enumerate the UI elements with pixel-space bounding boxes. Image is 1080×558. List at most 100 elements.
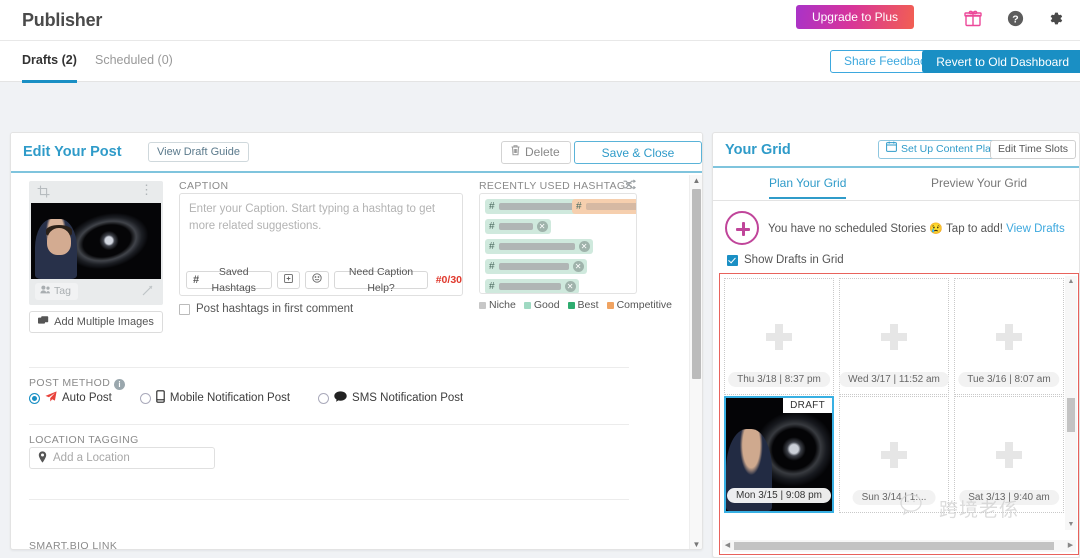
recently-used-hashtags-list[interactable]: #✕#✕#✕#✕#✕#✕ <box>479 193 637 294</box>
radio-button[interactable] <box>139 392 151 404</box>
add-location-placeholder: Add a Location <box>53 452 130 464</box>
grid-vscrollbar-thumb[interactable] <box>1067 398 1075 432</box>
grid-scroll-down-arrow[interactable]: ▼ <box>1065 519 1077 530</box>
post-hashtags-first-comment-checkbox[interactable]: Post hashtags in first comment <box>179 303 353 315</box>
calendar-icon <box>886 141 897 158</box>
hashtag-text-redacted <box>498 243 575 250</box>
need-caption-help-button[interactable]: Need Caption Help? <box>334 266 428 294</box>
tag-people-button[interactable]: Tag <box>35 283 78 300</box>
hashtag-chip[interactable]: #✕ <box>485 259 587 274</box>
post-method-auto-post[interactable]: Auto Post <box>29 391 112 405</box>
view-draft-guide-button[interactable]: View Draft Guide <box>148 142 249 162</box>
grid-cell-draft[interactable]: DRAFT Mon 3/15 | 9:08 pm <box>724 396 834 513</box>
add-post-plus-icon[interactable] <box>881 441 907 468</box>
radio-button[interactable] <box>318 392 330 404</box>
legend-item: Competitive <box>606 299 673 311</box>
scroll-up-arrow[interactable]: ▲ <box>690 175 702 187</box>
set-up-content-plan-button[interactable]: Set Up Content Plan <box>878 140 1005 159</box>
delete-button[interactable]: Delete <box>501 141 571 164</box>
grid-cell-empty[interactable]: Sat 3/13 | 9:40 am <box>954 396 1064 513</box>
help-icon[interactable]: ? <box>1004 7 1026 29</box>
hashtag-counter: #0/30 <box>435 274 462 286</box>
crop-icon[interactable] <box>37 185 50 201</box>
upgrade-to-plus-button[interactable]: Upgrade to Plus <box>795 5 914 29</box>
emoji-button[interactable] <box>305 271 330 289</box>
grid-vertical-scrollbar[interactable]: ▲ ▼ <box>1065 276 1077 530</box>
tab-scheduled[interactable]: Scheduled (0) <box>95 53 173 80</box>
grid-scroll-up-arrow[interactable]: ▲ <box>1065 276 1077 287</box>
more-options-icon[interactable]: ⋮ <box>140 183 153 196</box>
grid-cell-empty[interactable]: Thu 3/18 | 8:37 pm <box>724 278 834 395</box>
grid-horizontal-scrollbar[interactable]: ◀ ▶ <box>722 540 1076 552</box>
your-grid-panel: Your Grid Set Up Content Plan Edit Time … <box>712 132 1080 558</box>
hashtag-chip[interactable]: #✕ <box>572 199 636 214</box>
remove-hashtag-icon[interactable]: ✕ <box>536 221 548 232</box>
add-post-plus-icon[interactable] <box>996 441 1022 468</box>
caption-label: CAPTION <box>179 180 229 192</box>
edit-post-panel: Edit Your Post View Draft Guide Delete S… <box>10 132 703 550</box>
saved-hashtags-button[interactable]: # Saved Hashtags <box>186 266 273 294</box>
radio-button[interactable] <box>29 392 40 404</box>
grid-cell-empty[interactable]: Wed 3/17 | 11:52 am <box>839 278 949 395</box>
set-up-content-plan-label: Set Up Content Plan <box>901 143 997 155</box>
legend-label: Niche <box>489 299 516 311</box>
tab-plan-your-grid[interactable]: Plan Your Grid <box>769 176 847 199</box>
checkbox-checked-icon <box>727 254 738 266</box>
editor-vertical-scrollbar[interactable]: ▲ ▼ <box>689 175 702 549</box>
add-location-input[interactable]: Add a Location <box>29 447 215 469</box>
magic-wand-icon[interactable] <box>141 284 154 300</box>
info-icon[interactable]: i <box>114 379 126 390</box>
hashtag-text-redacted <box>585 203 636 210</box>
legend-label: Competitive <box>616 299 673 311</box>
hashtag-legend: Niche Good Best Competitive <box>479 299 676 311</box>
hash-symbol: # <box>576 200 582 212</box>
insert-media-button[interactable] <box>277 271 301 289</box>
hashtag-chip[interactable]: #✕ <box>485 239 593 254</box>
hash-symbol: # <box>489 260 495 272</box>
add-multiple-images-button[interactable]: Add Multiple Images <box>29 311 163 333</box>
svg-text:?: ? <box>1012 13 1018 25</box>
hashtag-text-redacted <box>498 203 581 210</box>
grid-cell-timestamp: Mon 3/15 | 9:08 pm <box>727 488 831 503</box>
revert-to-old-dashboard-button[interactable]: Revert to Old Dashboard <box>922 50 1080 73</box>
grid-cell-empty[interactable]: Tue 3/16 | 8:07 am <box>954 278 1064 395</box>
grid-cell-timestamp: Tue 3/16 | 8:07 am <box>958 372 1060 387</box>
remove-hashtag-icon[interactable]: ✕ <box>578 241 590 252</box>
add-story-button[interactable] <box>725 211 759 245</box>
hashtag-chip[interactable]: #✕ <box>485 219 551 234</box>
scrollbar-thumb[interactable] <box>692 189 701 379</box>
remove-hashtag-icon[interactable]: ✕ <box>564 281 576 292</box>
post-method-label: Mobile Notification Post <box>169 392 291 404</box>
scroll-down-arrow[interactable]: ▼ <box>690 539 702 549</box>
add-post-plus-icon[interactable] <box>881 323 907 350</box>
view-drafts-link[interactable]: View Drafts <box>1006 223 1065 235</box>
app-header: Publisher Upgrade to Plus ? <box>0 0 1080 41</box>
grid-scroll-left-arrow[interactable]: ◀ <box>722 540 733 552</box>
post-method-sms-notification-post[interactable]: SMS Notification Post <box>318 391 463 405</box>
caption-toolbar: # Saved Hashtags Need Caption Help? #0/3… <box>186 266 462 294</box>
hashtag-chip[interactable]: #✕ <box>485 279 579 293</box>
divider-smart-bio <box>29 499 629 500</box>
hash-symbol: # <box>489 200 495 212</box>
gift-icon[interactable] <box>962 7 984 29</box>
edit-time-slots-button[interactable]: Edit Time Slots <box>990 140 1077 159</box>
tab-preview-your-grid[interactable]: Preview Your Grid <box>931 176 1027 197</box>
add-post-plus-icon[interactable] <box>766 323 792 350</box>
grid-cell-empty[interactable]: Sun 3/14 | 1:... <box>839 396 949 513</box>
caption-input[interactable]: Enter your Caption. Start typing a hasht… <box>179 193 463 296</box>
legend-swatch <box>567 301 575 309</box>
show-drafts-in-grid-checkbox[interactable]: Show Drafts in Grid <box>727 254 844 266</box>
people-icon <box>40 283 51 300</box>
add-post-plus-icon[interactable] <box>996 323 1022 350</box>
shuffle-icon[interactable] <box>623 179 637 193</box>
remove-hashtag-icon[interactable]: ✕ <box>572 261 584 272</box>
grid-scroll-right-arrow[interactable]: ▶ <box>1065 540 1076 552</box>
paper-plane-icon <box>45 391 57 405</box>
smart-bio-link-label: SMART.BIO LINK <box>29 540 118 550</box>
grid-hscrollbar-thumb[interactable] <box>734 542 1054 550</box>
post-method-mobile-notification-post[interactable]: Mobile Notification Post <box>139 390 291 406</box>
save-and-close-button[interactable]: Save & Close <box>574 141 702 164</box>
post-image-box[interactable]: ⋮ Tag <box>29 181 163 305</box>
tab-drafts[interactable]: Drafts (2) <box>22 53 77 83</box>
gear-icon[interactable] <box>1044 7 1066 29</box>
